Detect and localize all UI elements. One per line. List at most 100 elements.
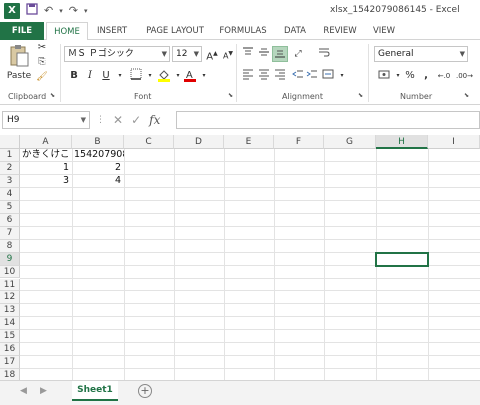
increase-indent-icon[interactable] (304, 68, 320, 84)
tab-insert[interactable]: INSERT (92, 22, 132, 40)
orientation-icon[interactable]: ⤢ (290, 46, 306, 62)
worksheet-grid[interactable]: A B C D E F G H I 1 2 3 4 5 6 7 8 9 10 11 12 13 14 15 1… (0, 135, 480, 380)
underline-dropdown-icon[interactable]: ▾ (112, 68, 128, 84)
formula-input[interactable] (176, 111, 480, 129)
redo-icon[interactable]: ↷ (69, 3, 78, 19)
row-header[interactable]: 7 (0, 226, 20, 240)
row-header[interactable]: 10 (0, 265, 20, 279)
clipboard-launcher-icon[interactable]: ⬊ (50, 92, 55, 99)
tab-data[interactable]: DATA (278, 22, 312, 40)
tab-view[interactable]: VIEW (368, 22, 400, 40)
chevron-down-icon: ▼ (80, 116, 86, 124)
tab-formulas[interactable]: FORMULAS (216, 22, 270, 40)
copy-icon[interactable]: ⎘ (36, 57, 48, 67)
gridline (20, 290, 480, 292)
cell-a1[interactable]: かきくけこ (22, 149, 72, 161)
number-format-combo[interactable]: General ▼ (374, 46, 468, 62)
cell-b3[interactable]: 4 (72, 175, 121, 187)
more-icon: ⋮ (96, 115, 105, 125)
font-color-dropdown-icon[interactable]: ▾ (196, 68, 212, 84)
align-left-icon[interactable] (240, 68, 256, 84)
row-header[interactable]: 8 (0, 239, 20, 253)
customize-qat-icon[interactable]: ▾ (84, 3, 88, 19)
name-box[interactable]: H9 ▼ (2, 111, 90, 129)
italic-button[interactable]: I (82, 68, 98, 84)
percent-style-button[interactable]: % (402, 68, 418, 84)
align-top-icon[interactable] (240, 46, 256, 62)
tab-home[interactable]: HOME (46, 22, 88, 41)
row-header[interactable]: 11 (0, 278, 20, 292)
row-header[interactable]: 14 (0, 317, 20, 331)
row-header[interactable]: 4 (0, 187, 20, 201)
column-header[interactable]: A (20, 135, 72, 149)
row-header[interactable]: 13 (0, 304, 20, 318)
group-label-clipboard: Clipboard (8, 92, 47, 101)
decrease-decimal-icon[interactable]: .00→ (456, 68, 473, 84)
enter-icon[interactable]: ✓ (131, 113, 141, 127)
next-sheet-icon[interactable]: ▶ (40, 386, 47, 396)
prev-sheet-icon[interactable]: ◀ (20, 386, 27, 396)
save-icon[interactable] (26, 3, 38, 19)
cell-a2[interactable]: 1 (20, 162, 69, 174)
row-header[interactable]: 3 (0, 174, 20, 188)
column-header[interactable]: I (428, 135, 480, 149)
grow-font-button[interactable]: A▲ (204, 46, 220, 62)
merge-dropdown-icon[interactable]: ▾ (334, 68, 350, 84)
row-header[interactable]: 18 (0, 369, 20, 380)
column-header[interactable]: D (174, 135, 224, 149)
row-header[interactable]: 5 (0, 200, 20, 214)
row-header[interactable]: 6 (0, 213, 20, 227)
row-header[interactable]: 2 (0, 161, 20, 175)
row-header[interactable]: 1 (0, 149, 20, 162)
number-launcher-icon[interactable]: ⬊ (464, 92, 469, 99)
dropdown-icon[interactable]: ▾ (59, 3, 63, 19)
alignment-launcher-icon[interactable]: ⬊ (358, 92, 363, 99)
column-header[interactable]: G (324, 135, 376, 149)
select-all-corner[interactable] (0, 135, 20, 149)
active-cell-h9[interactable] (375, 252, 429, 267)
tab-file[interactable]: FILE (0, 22, 44, 40)
row-header[interactable]: 17 (0, 356, 20, 370)
increase-decimal-icon[interactable]: ←.0 (436, 68, 452, 84)
cell-b2[interactable]: 2 (72, 162, 121, 174)
cut-icon[interactable]: ✂ (36, 42, 48, 53)
gridline (20, 277, 480, 279)
tab-review[interactable]: REVIEW (320, 22, 360, 40)
font-name-value: ＭＳ Ｐゴシック (68, 49, 134, 59)
row-header-selected[interactable]: 9 (0, 252, 20, 266)
wrap-text-icon[interactable] (316, 46, 332, 62)
sheet-tab-sheet1[interactable]: Sheet1 (72, 381, 118, 401)
paste-button[interactable]: Paste (6, 44, 32, 81)
column-header[interactable]: E (224, 135, 274, 149)
column-header[interactable]: F (274, 135, 324, 149)
column-header[interactable]: B (72, 135, 124, 149)
ribbon: Paste ✂ ⎘ 🖌 Clipboard ⬊ ＭＳ Ｐゴシック ▼ 12 ▼ … (0, 40, 480, 105)
font-name-combo[interactable]: ＭＳ Ｐゴシック ▼ (64, 46, 170, 62)
align-right-icon[interactable] (272, 68, 288, 84)
cell-b1[interactable]: 154207908 (74, 149, 124, 161)
number-format-value: General (378, 49, 414, 59)
align-center-icon[interactable] (256, 68, 272, 84)
cell-a3[interactable]: 3 (20, 175, 69, 187)
cancel-icon[interactable]: ✕ (113, 113, 123, 127)
align-bottom-icon[interactable] (272, 46, 288, 62)
row-header[interactable]: 16 (0, 343, 20, 357)
format-painter-icon[interactable]: 🖌 (36, 72, 48, 82)
column-header[interactable]: C (124, 135, 174, 149)
insert-function-icon[interactable]: fx (149, 113, 160, 127)
font-launcher-icon[interactable]: ⬊ (228, 92, 233, 99)
row-header[interactable]: 15 (0, 330, 20, 344)
add-sheet-icon[interactable]: + (138, 384, 152, 398)
row-header[interactable]: 12 (0, 291, 20, 305)
align-middle-icon[interactable] (256, 46, 272, 62)
shrink-font-button[interactable]: A▼ (220, 46, 236, 62)
undo-icon[interactable]: ↶ (44, 3, 53, 19)
column-header-selected[interactable]: H (376, 135, 428, 149)
bold-button[interactable]: B (66, 68, 82, 84)
paste-label: Paste (6, 71, 32, 81)
sheet-tab-bar: ◀ ▶ Sheet1 + (0, 380, 480, 405)
formula-bar-buttons: ⋮ ✕ ✓ fx (96, 111, 160, 129)
font-size-combo[interactable]: 12 ▼ (172, 46, 202, 62)
tab-page-layout[interactable]: PAGE LAYOUT (140, 22, 210, 40)
comma-style-icon[interactable]: , (418, 68, 434, 84)
